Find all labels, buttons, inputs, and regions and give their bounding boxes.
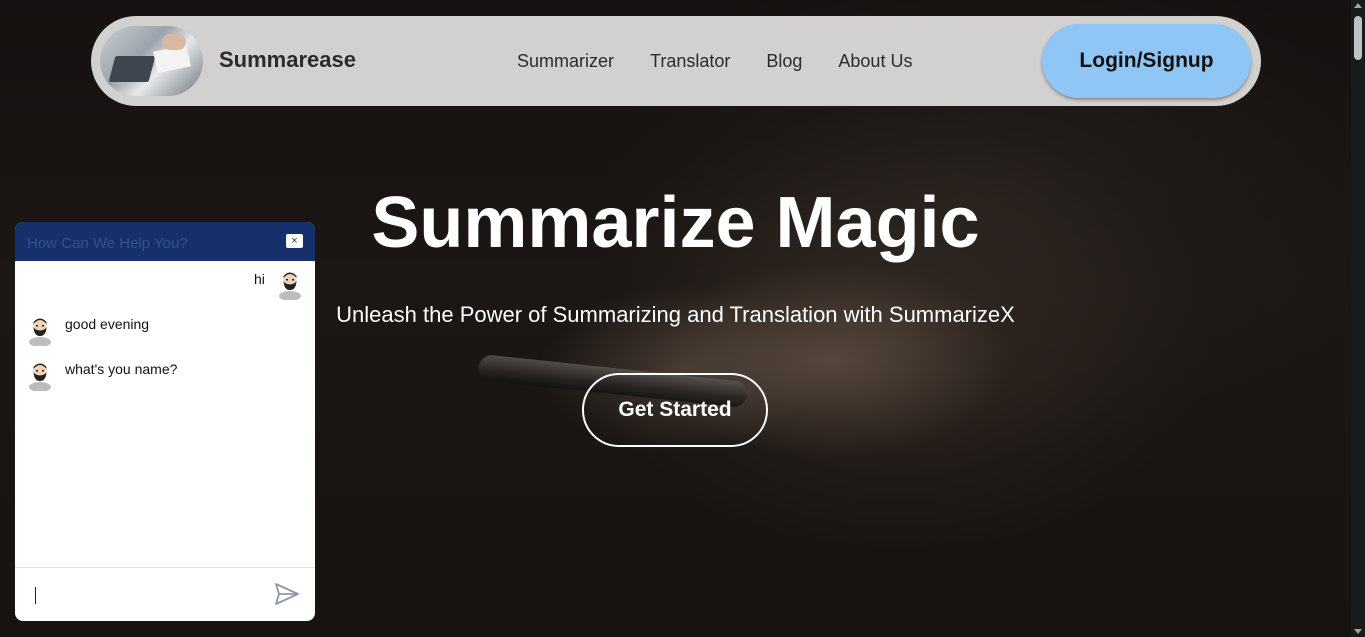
chat-widget: × hi good evening what's you name? xyxy=(15,222,315,621)
logo-image[interactable] xyxy=(100,26,203,96)
nav-link-translator[interactable]: Translator xyxy=(650,51,730,72)
chat-header: × xyxy=(15,222,315,261)
logo-laptop-shape xyxy=(108,56,156,82)
bot-avatar-icon xyxy=(29,318,51,346)
scroll-thumb[interactable] xyxy=(1354,16,1362,60)
chat-footer xyxy=(15,567,315,621)
chat-message-bot: what's you name? xyxy=(65,361,178,377)
text-caret xyxy=(35,587,36,604)
navbar: Summarease Summarizer Translator Blog Ab… xyxy=(91,16,1261,106)
chat-close-button[interactable]: × xyxy=(286,234,303,248)
nav-link-about-us[interactable]: About Us xyxy=(838,51,912,72)
scroll-down-icon[interactable] xyxy=(1354,629,1362,634)
scroll-up-icon[interactable] xyxy=(1354,3,1362,8)
nav-link-blog[interactable]: Blog xyxy=(766,51,802,72)
page-scrollbar[interactable] xyxy=(1351,0,1365,637)
login-signup-button[interactable]: Login/Signup xyxy=(1042,24,1251,98)
nav-links: Summarizer Translator Blog About Us xyxy=(517,51,948,72)
nav-link-summarizer[interactable]: Summarizer xyxy=(517,51,614,72)
get-started-button[interactable]: Get Started xyxy=(582,373,768,447)
brand-name[interactable]: Summarease xyxy=(219,47,356,73)
chat-header-input[interactable] xyxy=(25,231,269,255)
bot-avatar-icon xyxy=(29,363,51,391)
user-avatar-icon xyxy=(279,272,301,300)
send-icon[interactable] xyxy=(274,581,300,607)
logo-hand-shape xyxy=(162,34,186,50)
chat-message-user: hi xyxy=(254,271,265,287)
chat-message-bot: good evening xyxy=(65,316,150,332)
chat-message-input[interactable] xyxy=(33,582,267,610)
